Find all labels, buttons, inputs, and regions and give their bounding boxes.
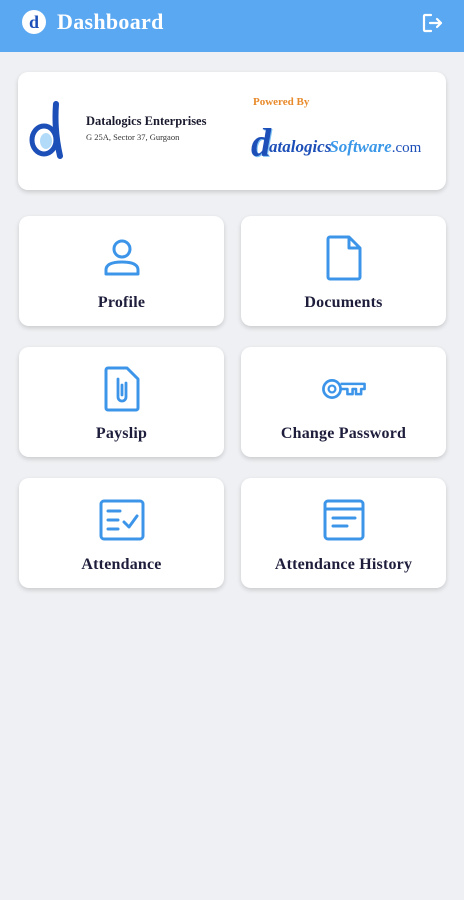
change-password-tile[interactable]: Change Password (241, 347, 446, 457)
powered-by-label: Powered By (253, 96, 310, 108)
page-title: Dashboard (57, 9, 164, 34)
attachment-file-icon (98, 365, 146, 413)
logout-icon (422, 13, 443, 33)
key-icon (320, 365, 368, 413)
attendance-history-tile[interactable]: Attendance History (241, 478, 446, 588)
company-card: Datalogics Enterprises G 25A, Sector 37,… (18, 72, 446, 190)
profile-tile[interactable]: Profile (19, 216, 224, 326)
brand-letter-d: d (251, 120, 271, 165)
attendance-tile[interactable]: Attendance (19, 478, 224, 588)
company-name: Datalogics Enterprises (86, 114, 207, 128)
company-address: G 25A, Sector 37, Gurgaon (86, 132, 180, 142)
payslip-label: Payslip (95, 425, 148, 442)
app-bar: d Dashboard (0, 0, 464, 52)
brand-text-software: Software (329, 137, 392, 156)
app-logo: d (22, 10, 46, 34)
brand-text-com: .com (391, 140, 422, 156)
company-logo (29, 101, 63, 159)
payslip-tile[interactable]: Payslip (19, 347, 224, 457)
checklist-icon (98, 496, 146, 544)
documents-label: Documents (304, 294, 383, 311)
logout-button[interactable] (420, 11, 446, 35)
document-icon (320, 234, 368, 282)
profile-label: Profile (97, 294, 146, 311)
attendance-label: Attendance (81, 556, 162, 573)
datalogics-software-logo: d atalogics Software .com (251, 120, 422, 165)
change-password-label: Change Password (280, 425, 407, 442)
documents-tile[interactable]: Documents (241, 216, 446, 326)
brand-text-atalogics: atalogics (269, 137, 332, 156)
attendance-history-label: Attendance History (274, 556, 413, 573)
person-icon (98, 234, 146, 282)
history-list-icon (320, 496, 368, 544)
